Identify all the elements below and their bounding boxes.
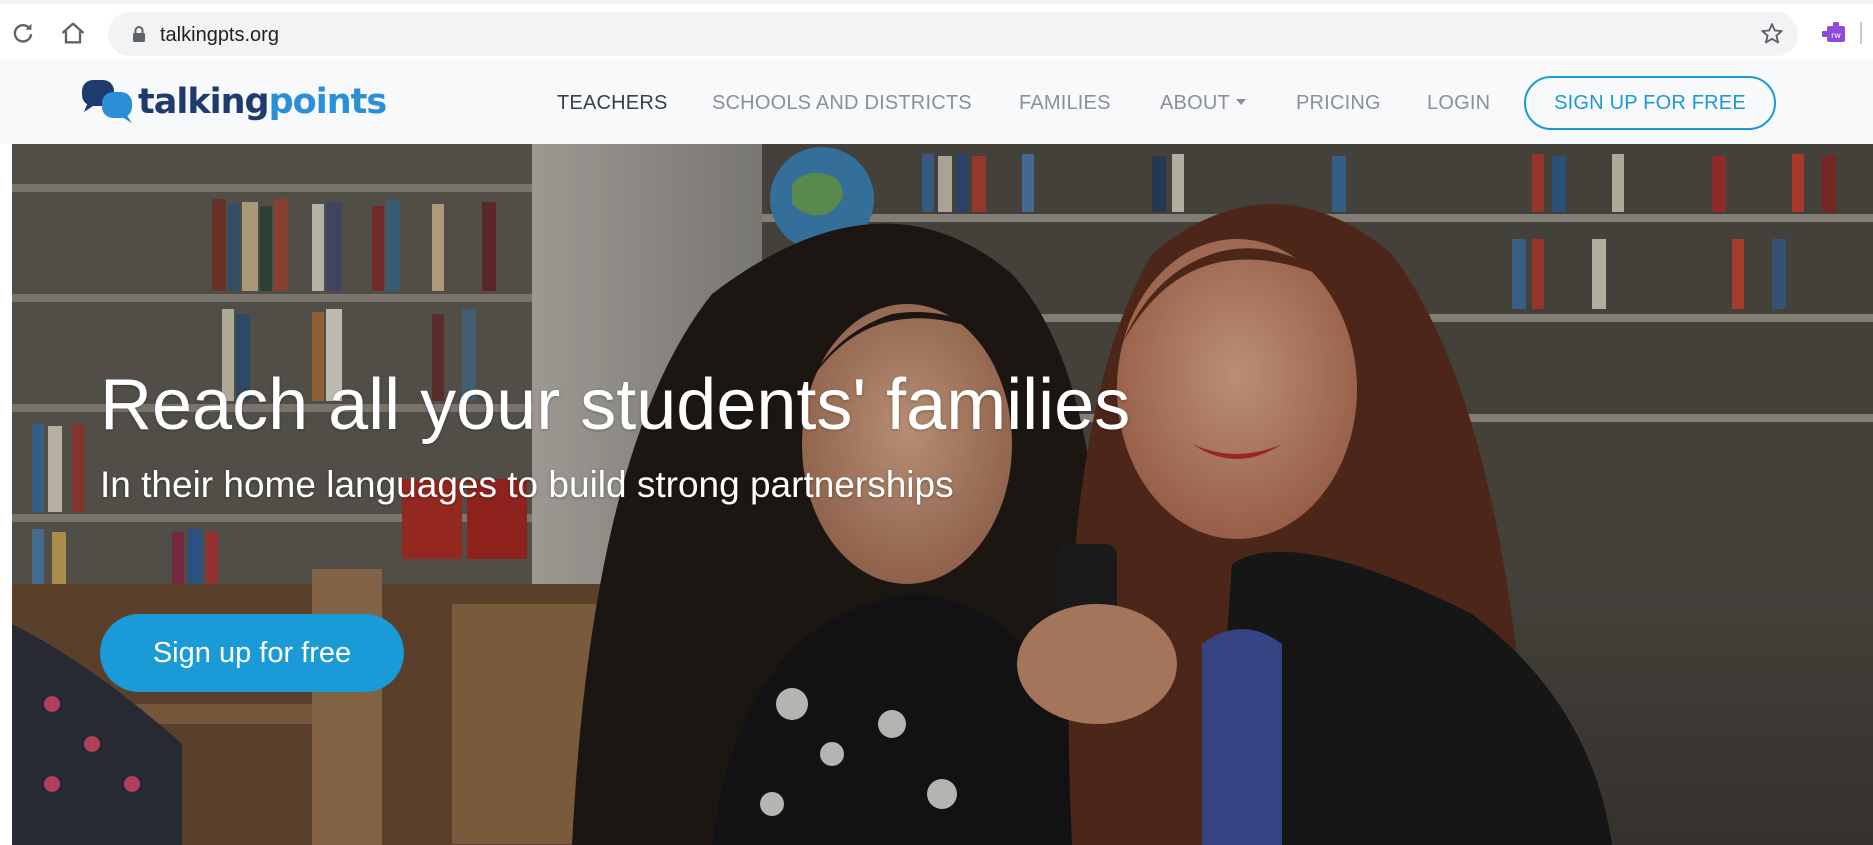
talkingpoints-logo[interactable]: talkingpoints	[82, 80, 387, 124]
star-icon[interactable]	[1758, 20, 1786, 48]
hero-title: Reach all your students' families	[100, 365, 1131, 445]
site-header: talkingpoints TEACHERS SCHOOLS AND DISTR…	[0, 60, 1873, 144]
nav-families[interactable]: FAMILIES	[1019, 92, 1111, 115]
toolbar-divider	[1860, 22, 1862, 44]
chevron-down-icon	[1235, 98, 1246, 105]
logo-wordmark: talkingpoints	[138, 82, 387, 122]
chat-bubbles-logo-icon	[82, 80, 132, 123]
nav-schools-and-districts[interactable]: SCHOOLS AND DISTRICTS	[712, 92, 972, 115]
address-bar[interactable]: talkingpts.org	[108, 12, 1798, 56]
home-icon[interactable]	[58, 18, 88, 48]
extension-icon[interactable]: rw	[1822, 22, 1850, 46]
nav-login[interactable]: LOGIN	[1427, 92, 1490, 115]
nav-teachers[interactable]: TEACHERS	[557, 92, 668, 115]
hero-section: Reach all your students' families In the…	[12, 144, 1873, 845]
nav-pricing[interactable]: PRICING	[1296, 92, 1381, 115]
hero-signup-button[interactable]: Sign up for free	[100, 614, 404, 692]
tab-strip-edge	[0, 0, 1873, 4]
hero-subtitle: In their home languages to build strong …	[100, 464, 954, 505]
browser-toolbar: talkingpts.org rw	[0, 0, 1873, 61]
url-text[interactable]: talkingpts.org	[160, 24, 279, 47]
nav-about-label: ABOUT	[1160, 92, 1230, 114]
reload-icon[interactable]	[8, 18, 38, 48]
nav-about[interactable]: ABOUT	[1160, 92, 1246, 115]
svg-text:rw: rw	[1831, 31, 1841, 40]
lock-icon	[131, 25, 147, 43]
signup-nav-button[interactable]: SIGN UP FOR FREE	[1524, 76, 1776, 130]
